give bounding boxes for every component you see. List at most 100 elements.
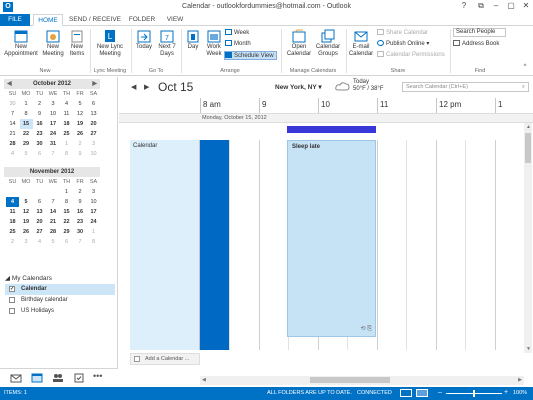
back-arrow-icon[interactable]: ◀	[131, 83, 136, 91]
mini-calendar-day[interactable]: 30	[6, 99, 19, 109]
mini-calendar-day[interactable]: 27	[87, 129, 100, 139]
vertical-scrollbar[interactable]: ▲ ▼	[524, 123, 532, 353]
next-month-icon[interactable]: ▶	[92, 79, 97, 89]
mini-calendar-day[interactable]: 24	[47, 129, 60, 139]
tab-folder[interactable]: FOLDER	[127, 14, 157, 26]
mini-calendar-day[interactable]: 1	[60, 187, 73, 197]
mini-calendar-day[interactable]: 13	[33, 207, 46, 217]
tab-file[interactable]: FILE	[0, 14, 30, 26]
calendar-checkbox[interactable]: ✓	[9, 286, 15, 292]
mini-calendar-day[interactable]: 6	[33, 149, 46, 159]
mini-calendar-day[interactable]: 12	[74, 109, 87, 119]
mini-calendar-day[interactable]: 21	[47, 217, 60, 227]
normal-view-icon[interactable]	[400, 389, 412, 397]
search-people-input[interactable]: Search People	[453, 28, 506, 37]
tab-home[interactable]: HOME	[33, 14, 63, 26]
today-button[interactable]: Today	[133, 29, 155, 51]
mini-calendar-day[interactable]: 3	[87, 187, 100, 197]
mini-calendar-day[interactable]: 23	[33, 129, 46, 139]
zoom-in-icon[interactable]: +	[504, 389, 508, 396]
email-calendar-button[interactable]: E-mail Calendar	[347, 29, 375, 58]
mini-calendar-day[interactable]: 17	[87, 207, 100, 217]
next-7-days-button[interactable]: 7 Next 7 Days	[155, 29, 179, 58]
help-icon[interactable]: ?	[457, 1, 471, 10]
mini-calendar-day[interactable]: 30	[74, 227, 87, 237]
collapse-ribbon-icon[interactable]: ^	[518, 64, 532, 70]
mini-calendar-day[interactable]: 7	[47, 149, 60, 159]
tab-send-receive[interactable]: SEND / RECEIVE	[66, 14, 124, 26]
mini-calendar-day[interactable]: 5	[74, 99, 87, 109]
people-icon[interactable]	[52, 373, 64, 383]
mini-calendar-day[interactable]: 10	[47, 109, 60, 119]
mini-calendar-day[interactable]: 4	[60, 99, 73, 109]
mini-calendar-day[interactable]: 29	[60, 227, 73, 237]
mini-calendar-day[interactable]: 2	[6, 237, 19, 247]
scroll-down-icon[interactable]: ▼	[526, 346, 531, 352]
add-calendar-checkbox[interactable]	[134, 356, 140, 362]
weather-location-dropdown[interactable]: New York, NY ▾	[275, 83, 322, 91]
mini-calendar-day[interactable]: 14	[6, 119, 19, 129]
month-view-button[interactable]: Month	[225, 40, 251, 49]
mini-calendar-day[interactable]: 19	[74, 119, 87, 129]
calendar-item-us-holidays[interactable]: US Holidays	[5, 306, 115, 317]
mini-calendar-day[interactable]: 1	[60, 139, 73, 149]
mini-calendar-day[interactable]: 27	[33, 227, 46, 237]
mini-calendar-day[interactable]: 2	[74, 139, 87, 149]
schedule-calendar-label-cell[interactable]: Calendar	[130, 140, 200, 350]
us-holidays-checkbox[interactable]	[9, 308, 15, 314]
mini-calendar-day[interactable]: 6	[33, 197, 46, 207]
mini-calendar-day[interactable]: 8	[87, 237, 100, 247]
schedule-view-button[interactable]: Schedule View	[224, 51, 277, 60]
maximize-icon[interactable]: ▢	[504, 1, 518, 10]
mini-calendar-day[interactable]: 1	[87, 227, 100, 237]
minimize-icon[interactable]: –	[489, 1, 503, 10]
new-meeting-button[interactable]: New Meeting	[40, 29, 66, 58]
mini-calendar-day[interactable]: 2	[74, 187, 87, 197]
birthday-calendar-checkbox[interactable]	[9, 297, 15, 303]
mini-calendar-day[interactable]: 7	[74, 237, 87, 247]
mini-calendar-day[interactable]: 3	[87, 139, 100, 149]
mini-calendar-day[interactable]: 28	[6, 139, 19, 149]
zoom-out-icon[interactable]: –	[438, 389, 442, 396]
mini-calendar-day[interactable]: 5	[20, 197, 33, 207]
publish-online-button[interactable]: Publish Online ▾	[377, 40, 429, 49]
mini-calendar-day[interactable]: 8	[20, 109, 33, 119]
mini-calendar-day[interactable]: 4	[6, 197, 19, 207]
tasks-icon[interactable]	[73, 373, 85, 383]
busy-time-bar[interactable]	[200, 140, 229, 350]
calendar-nav-icon[interactable]	[31, 373, 43, 383]
mini-calendar-day[interactable]: 9	[74, 197, 87, 207]
mini-calendar-day[interactable]: 18	[60, 119, 73, 129]
mini-calendar-day[interactable]: 23	[74, 217, 87, 227]
mail-icon[interactable]	[10, 373, 22, 383]
mini-calendar-day[interactable]: 4	[6, 149, 19, 159]
restore-ribbon-icon[interactable]: ⧉	[474, 1, 488, 11]
mini-calendar-day[interactable]: 5	[47, 237, 60, 247]
calendar-groups-button[interactable]: Calendar Groups	[313, 29, 343, 58]
previous-month-icon[interactable]: ◀	[7, 79, 12, 89]
reading-view-icon[interactable]	[416, 389, 428, 397]
mini-calendar-day[interactable]: 6	[87, 99, 100, 109]
mini-calendar-day[interactable]: 2	[33, 99, 46, 109]
scroll-left-icon[interactable]: ◀	[202, 377, 206, 383]
mini-calendar-day[interactable]: 22	[60, 217, 73, 227]
mini-calendar-day[interactable]: 16	[33, 119, 46, 129]
mini-calendar-day[interactable]: 1	[20, 99, 33, 109]
share-calendar-button[interactable]: Share Calendar	[377, 29, 428, 38]
mini-calendar-day[interactable]: 8	[60, 197, 73, 207]
week-view-button[interactable]: Week	[225, 29, 249, 38]
add-calendar-row[interactable]: Add a Calendar ...	[130, 353, 200, 365]
mini-calendar-day[interactable]: 9	[33, 109, 46, 119]
mini-calendar-day[interactable]: 7	[47, 197, 60, 207]
mini-calendar-day[interactable]: 8	[60, 149, 73, 159]
mini-calendar-day[interactable]: 10	[87, 149, 100, 159]
mini-calendar-day[interactable]: 25	[6, 227, 19, 237]
schedule-grid[interactable]: Sleep late ⟲ ⎘	[200, 140, 533, 350]
calendar-item-birthday[interactable]: Birthday calendar	[5, 295, 115, 306]
mini-calendar-day[interactable]: 16	[74, 207, 87, 217]
calendar-permissions-button[interactable]: Calendar Permissions	[377, 51, 445, 60]
mini-calendar-day[interactable]: 4	[33, 237, 46, 247]
mini-calendar-day[interactable]: 15	[60, 207, 73, 217]
mini-calendar-day[interactable]: 18	[6, 217, 19, 227]
mini-calendar-day[interactable]: 5	[20, 149, 33, 159]
